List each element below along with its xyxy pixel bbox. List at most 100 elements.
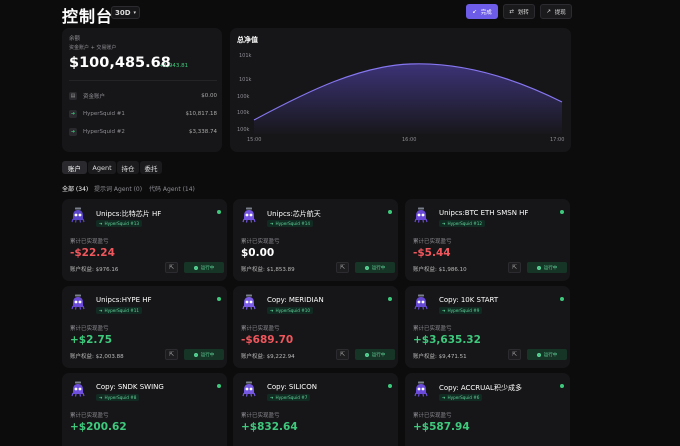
check-icon: ↙ <box>472 8 477 15</box>
agent-avatar-icon <box>71 207 85 223</box>
equity-text: 账户权益: $976.16 <box>70 267 119 273</box>
equity-text: 账户权益: $2,003.88 <box>70 354 124 360</box>
agent-badge: ➜ HyperSquid #10 <box>267 307 314 314</box>
chevron-down-icon: ▾ <box>133 9 137 16</box>
running-button[interactable]: 运行中 <box>184 262 224 273</box>
pnl-label: 累计已实现盈亏 <box>70 326 109 332</box>
agent-name: Copy: ACCRUAL积少成多 <box>439 384 522 392</box>
agent-card[interactable]: Copy: SNDK SWING ➜ HyperSquid #8 累计已实现盈亏 +$2… <box>62 373 227 446</box>
pnl-value: +$2.75 <box>70 334 113 346</box>
agent-card[interactable]: Copy: 10K START ➜ HyperSquid #9 累计已实现盈亏 +$3,… <box>405 286 570 368</box>
status-dot <box>560 384 564 388</box>
status-dot <box>217 384 221 388</box>
agent-card[interactable]: Copy: ACCRUAL积少成多 ➜ HyperSquid #6 累计已实现盈亏 +$… <box>405 373 570 446</box>
agent-name: Unipcs:比特芯片 HF <box>96 210 162 218</box>
arrow-icon: ➜ <box>99 221 103 226</box>
transfer-icon: ⇄ <box>509 8 514 15</box>
account-row[interactable]: ➜ HyperSquid #1 $10,817.18 <box>69 109 217 119</box>
filter-code-agent[interactable]: 代码 Agent (14) <box>149 184 195 193</box>
agent-avatar-icon <box>71 294 85 310</box>
equity-text: 账户权益: $1,853.89 <box>241 267 295 273</box>
filter-prompt-agent[interactable]: 提示词 Agent (0) <box>94 184 142 193</box>
agent-avatar-icon <box>71 381 85 397</box>
agent-badge: ➜ HyperSquid #14 <box>267 220 314 227</box>
status-dot <box>388 210 392 214</box>
running-dot-icon <box>364 265 369 270</box>
running-button[interactable]: 运行中 <box>527 349 567 360</box>
external-link-icon[interactable]: ⇱ <box>165 349 178 360</box>
y-tick: 100k <box>237 110 250 116</box>
pnl-label: 累计已实现盈亏 <box>241 413 280 419</box>
agent-card[interactable]: Unipcs:BTC ETH SMSN HF ➜ HyperSquid #12 累计已… <box>405 199 570 281</box>
tab-positions[interactable]: 持仓 <box>117 161 139 174</box>
equity-text: 账户权益: $1,986.10 <box>413 267 467 273</box>
networth-chart <box>253 63 563 134</box>
pnl-label: 累计已实现盈亏 <box>413 326 452 332</box>
running-button[interactable]: 运行中 <box>527 262 567 273</box>
agent-card[interactable]: Unipcs:比特芯片 HF ➜ HyperSquid #13 累计已实现盈亏 -$22… <box>62 199 227 281</box>
agent-card[interactable]: Copy: MERIDIAN ➜ HyperSquid #10 累计已实现盈亏 -$68… <box>233 286 398 368</box>
pnl-label: 累计已实现盈亏 <box>70 413 109 419</box>
agent-card[interactable]: Copy: SILICON ➜ HyperSquid #7 累计已实现盈亏 +$832.… <box>233 373 398 446</box>
arrow-icon: ➜ <box>270 308 274 313</box>
arrow-icon: ➜ <box>442 221 446 226</box>
agent-name: Unipcs:芯片航天 <box>267 210 321 218</box>
period-value: 30D <box>114 8 131 17</box>
running-button[interactable]: 运行中 <box>184 349 224 360</box>
complete-button[interactable]: ↙ 完成 <box>466 4 498 19</box>
y-tick: 100k <box>237 94 250 100</box>
arrow-icon: ➜ <box>442 395 446 400</box>
arrow-icon: ➜ <box>99 395 103 400</box>
period-select[interactable]: 30D ▾ <box>111 6 140 19</box>
agent-card[interactable]: Unipcs:HYPE HF ➜ HyperSquid #11 累计已实现盈亏 +$2.… <box>62 286 227 368</box>
external-link-icon[interactable]: ⇱ <box>336 262 349 273</box>
status-dot <box>217 210 221 214</box>
arrow-icon: ➜ <box>99 308 103 313</box>
account-row[interactable]: ➜ HyperSquid #2 $3,338.74 <box>69 127 217 137</box>
external-link-icon[interactable]: ⇱ <box>508 349 521 360</box>
agent-name: Copy: SILICON <box>267 383 317 391</box>
x-tick: 16:00 <box>402 137 417 143</box>
arrow-icon: ➜ <box>69 128 77 136</box>
external-link-icon[interactable]: ⇱ <box>508 262 521 273</box>
arrow-icon: ➜ <box>69 110 77 118</box>
status-dot <box>217 297 221 301</box>
agent-avatar-icon <box>242 381 256 397</box>
running-dot-icon <box>364 352 369 357</box>
withdraw-button[interactable]: ↗ 提现 <box>540 4 572 19</box>
balance-label: 余额 <box>69 36 81 42</box>
pnl-label: 累计已实现盈亏 <box>413 239 452 245</box>
pnl-label: 累计已实现盈亏 <box>241 239 280 245</box>
balance-sublabel: 资金账户 + 交易账户 <box>69 45 117 51</box>
agent-avatar-icon <box>242 207 256 223</box>
transfer-button[interactable]: ⇄ 划转 <box>503 4 535 19</box>
tab-accounts[interactable]: 账户 <box>62 161 87 174</box>
agent-card[interactable]: Unipcs:芯片航天 ➜ HyperSquid #14 累计已实现盈亏 $0.00 账户… <box>233 199 398 281</box>
agent-name: Copy: MERIDIAN <box>267 296 324 304</box>
agent-badge: ➜ HyperSquid #6 <box>439 394 483 401</box>
pnl-label: 累计已实现盈亏 <box>241 326 280 332</box>
running-button[interactable]: 运行中 <box>355 349 395 360</box>
agent-name: Unipcs:HYPE HF <box>96 296 152 304</box>
arrow-icon: ➜ <box>270 395 274 400</box>
wallet-icon: ▤ <box>69 92 77 100</box>
account-row[interactable]: ▤ 资金账户 $0.00 <box>69 91 217 101</box>
tab-agent[interactable]: Agent <box>88 161 116 174</box>
agent-avatar-icon <box>414 207 428 223</box>
agent-badge: ➜ HyperSquid #9 <box>439 307 483 314</box>
pnl-value: -$5.44 <box>413 247 451 259</box>
running-button[interactable]: 运行中 <box>355 262 395 273</box>
divider <box>69 80 217 81</box>
running-dot-icon <box>193 265 198 270</box>
external-link-icon[interactable]: ⇱ <box>336 349 349 360</box>
pnl-value: +$587.94 <box>413 421 470 433</box>
running-dot-icon <box>536 265 541 270</box>
filter-all[interactable]: 全部 (34) <box>62 184 88 193</box>
agent-name: Copy: SNDK SWING <box>96 383 164 391</box>
tab-orders[interactable]: 委托 <box>140 161 162 174</box>
pnl-value: +$3,635.32 <box>413 334 481 346</box>
agent-badge: ➜ HyperSquid #13 <box>96 220 143 227</box>
status-dot <box>388 384 392 388</box>
external-link-icon[interactable]: ⇱ <box>165 262 178 273</box>
page-title: 控制台 <box>62 7 114 26</box>
